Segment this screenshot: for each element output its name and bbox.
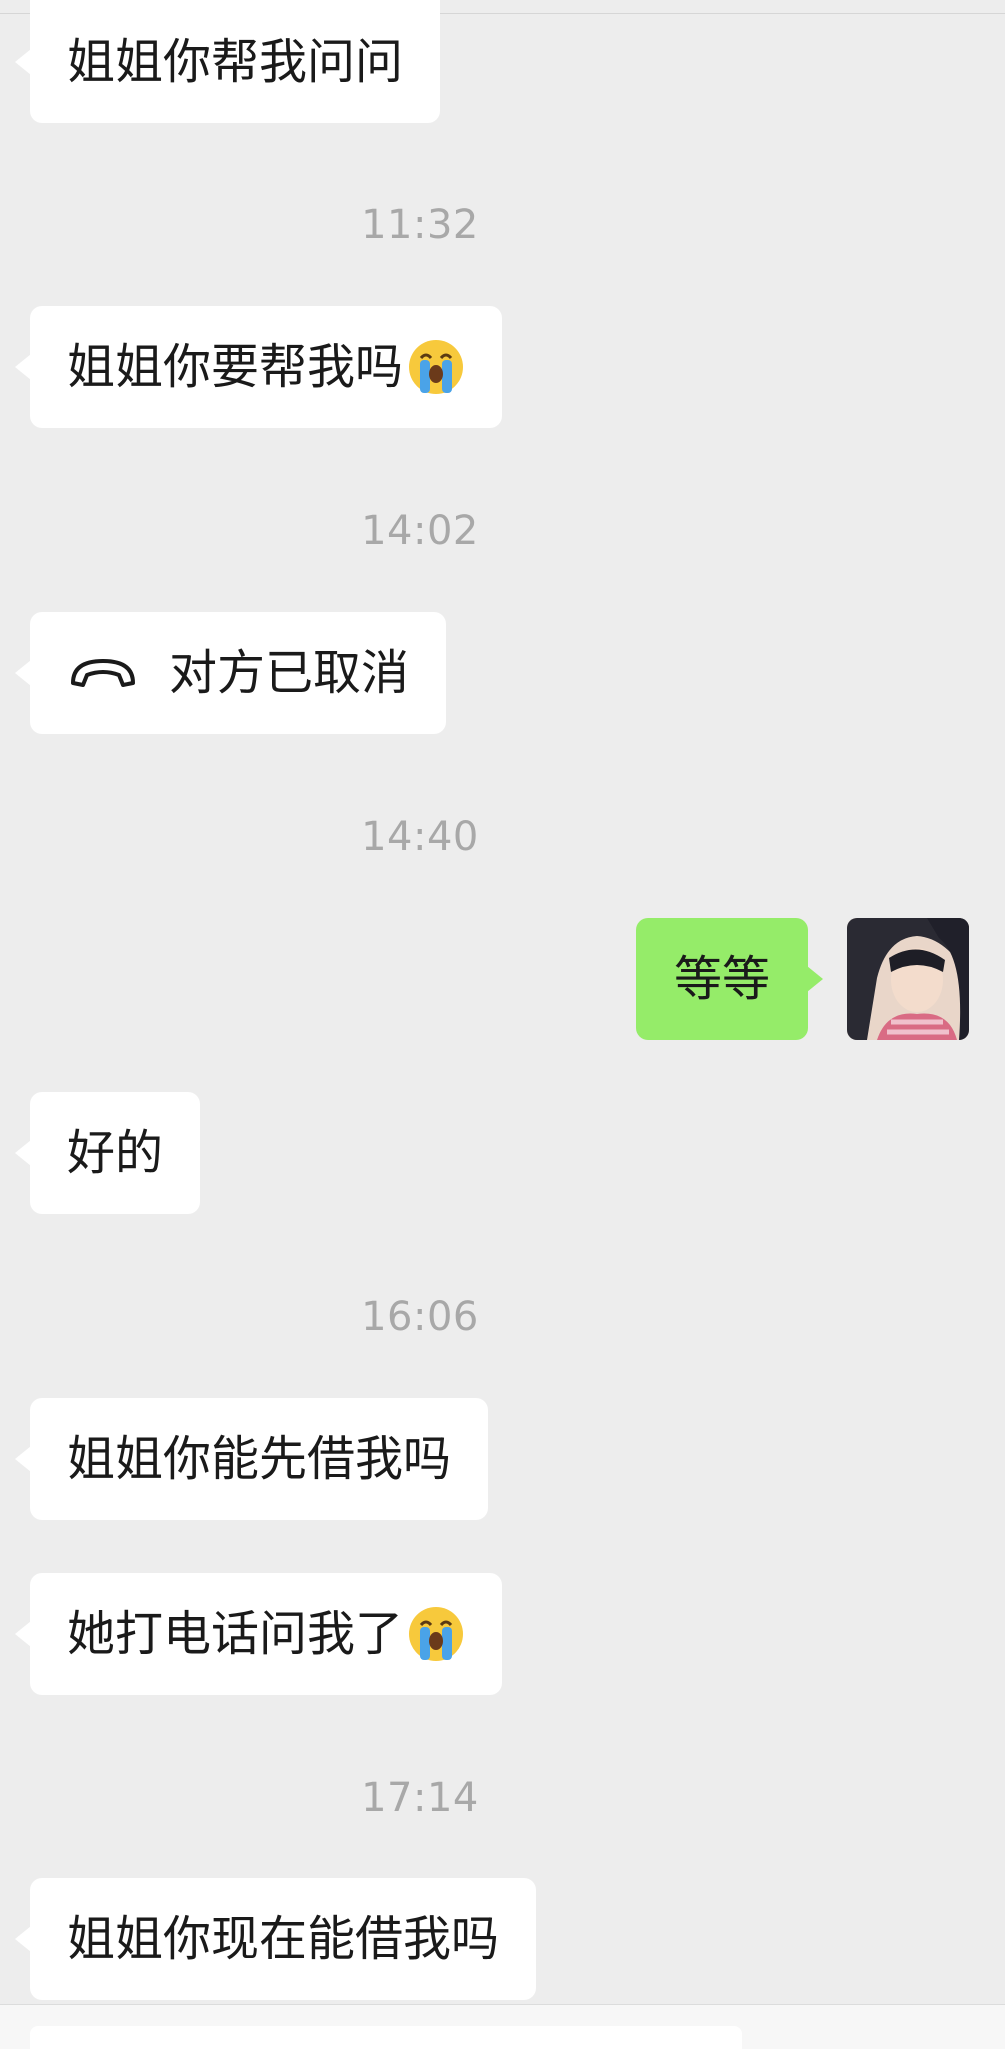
timestamp: 17:14 [361, 1775, 479, 1821]
message-text: 姐姐你要帮我吗 [67, 339, 404, 395]
chat-screen: 姐姐你帮我问问 11:32 姐姐你要帮我吗 14:02 对方已取消 14:40 … [0, 0, 1005, 2049]
message-input[interactable] [30, 2026, 742, 2049]
incoming-message[interactable]: 好的 [30, 1092, 201, 1214]
hang-up-phone-icon [71, 659, 135, 687]
message-text: 姐姐你能先借我吗 [67, 1431, 452, 1487]
incoming-message[interactable]: 姐姐你现在能借我吗 [30, 1878, 537, 2000]
message-text: 姐姐你帮我问问 [67, 33, 404, 90]
avatar-photo [847, 918, 969, 1040]
message-text: 好的 [67, 1125, 164, 1181]
timestamp: 14:02 [361, 508, 479, 554]
timestamp: 16:06 [361, 1294, 479, 1340]
call-message[interactable]: 对方已取消 [30, 612, 447, 734]
incoming-message[interactable]: 她打电话问我了 [30, 1573, 503, 1695]
message-text: 她打电话问我了 [67, 1606, 404, 1662]
call-status-text: 对方已取消 [169, 645, 410, 701]
timestamp: 11:32 [361, 202, 479, 248]
message-text: 姐姐你现在能借我吗 [67, 1911, 500, 1967]
timestamp: 14:40 [361, 814, 479, 860]
avatar[interactable] [847, 918, 969, 1040]
outgoing-message[interactable]: 等等 [636, 918, 809, 1040]
message-text: 等等 [674, 951, 771, 1007]
incoming-message[interactable]: 姐姐你能先借我吗 [30, 1398, 489, 1520]
crying-face-emoji [409, 1607, 464, 1661]
incoming-message[interactable]: 姐姐你帮我问问 [30, 0, 441, 123]
incoming-message[interactable]: 姐姐你要帮我吗 [30, 306, 503, 428]
crying-face-emoji [409, 340, 464, 394]
